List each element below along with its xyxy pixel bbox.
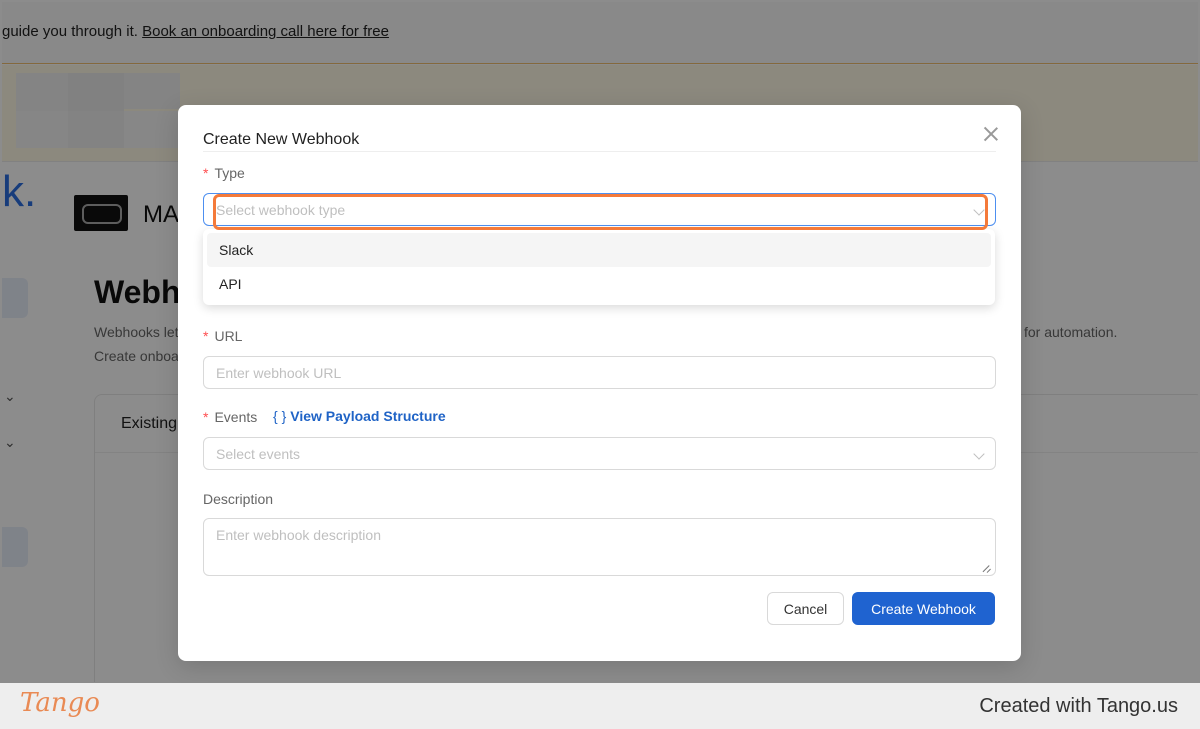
required-mark: * (203, 165, 209, 181)
events-placeholder: Select events (216, 446, 301, 462)
webhook-type-dropdown: Slack API (203, 229, 995, 305)
events-label-text: Events (214, 409, 258, 425)
braces-icon: { } (273, 408, 287, 424)
type-label: * Type (203, 165, 245, 181)
cancel-button[interactable]: Cancel (767, 592, 844, 625)
modal-title: Create New Webhook (203, 131, 360, 148)
events-select[interactable]: Select events (203, 437, 996, 470)
resize-handle-icon[interactable] (983, 563, 992, 572)
description-label: Description (203, 491, 274, 507)
step-highlight-box (213, 194, 988, 230)
url-label-text: URL (214, 328, 243, 344)
close-icon[interactable] (982, 125, 1000, 143)
tango-footer: Tango Created with Tango.us (0, 683, 1200, 729)
create-webhook-button[interactable]: Create Webhook (852, 592, 995, 625)
tango-logo: Tango (20, 688, 100, 718)
description-placeholder: Enter webhook description (216, 527, 381, 543)
create-webhook-modal: Create New Webhook * Type Select webhook … (178, 105, 1021, 661)
dropdown-option-slack[interactable]: Slack (207, 233, 991, 267)
dropdown-option-api[interactable]: API (207, 267, 991, 301)
payload-link-text: View Payload Structure (290, 408, 446, 424)
required-mark: * (203, 328, 209, 344)
chevron-down-icon (973, 448, 985, 460)
required-mark: * (203, 409, 209, 425)
events-label: * Events (203, 409, 257, 425)
description-textarea[interactable]: Enter webhook description (203, 518, 996, 576)
tango-credit: Created with Tango.us (979, 695, 1178, 717)
url-label: * URL (203, 328, 242, 344)
webhook-url-input[interactable]: Enter webhook URL (203, 356, 996, 389)
type-label-text: Type (214, 165, 245, 181)
modal-divider (203, 151, 996, 152)
url-placeholder: Enter webhook URL (216, 365, 342, 381)
view-payload-structure-link[interactable]: { } View Payload Structure (273, 408, 446, 424)
